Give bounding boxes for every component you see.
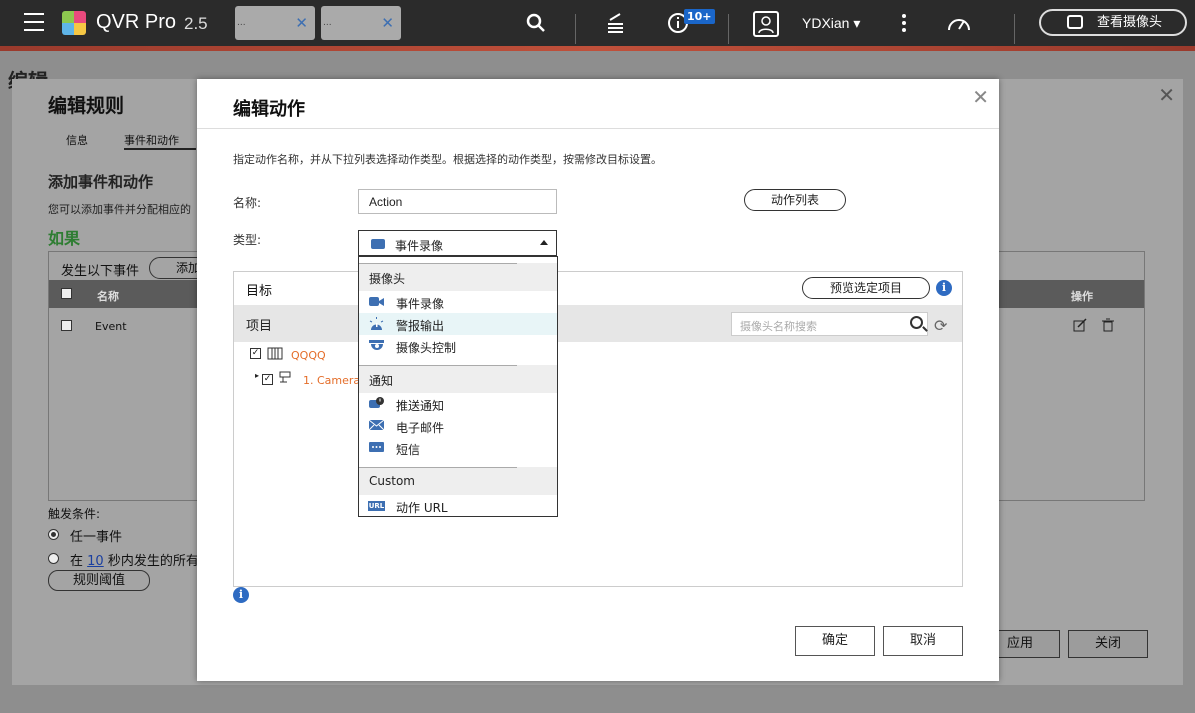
user-avatar-icon[interactable] — [753, 11, 779, 37]
items-header: 项目 摄像头名称搜索 ⟳ — [234, 305, 962, 342]
selected-type: 事件录像 — [395, 239, 444, 253]
option-camera-control[interactable]: 摄像头控制 — [359, 335, 557, 357]
camera-search-input[interactable]: 摄像头名称搜索 — [731, 312, 928, 336]
search-icon[interactable] — [910, 316, 923, 329]
column-name: 名称 — [97, 290, 119, 303]
dome-camera-icon — [369, 340, 384, 350]
seconds-value[interactable]: 10 — [87, 554, 104, 569]
option-email[interactable]: 电子邮件 — [359, 415, 557, 437]
view-cameras-button[interactable]: 查看摄像头 — [1039, 9, 1187, 36]
close-icon[interactable]: ✕ — [972, 85, 989, 109]
ok-button[interactable]: 确定 — [795, 626, 875, 656]
action-list-button[interactable]: 动作列表 — [744, 189, 846, 211]
option-event-recording[interactable]: 事件录像 — [359, 291, 557, 313]
group-camera: 摄像头 — [359, 263, 557, 291]
close-icon[interactable]: ✕ — [1158, 83, 1175, 107]
close-icon[interactable]: ✕ — [381, 14, 394, 32]
within-seconds-radio[interactable] — [48, 553, 59, 564]
separator — [728, 14, 729, 44]
rule-dialog-title: 编辑规则 — [48, 95, 125, 117]
info-icon[interactable]: i — [936, 280, 952, 296]
event-row-checkbox[interactable] — [61, 320, 72, 331]
items-label: 项目 — [246, 319, 273, 334]
name-input[interactable]: Action — [358, 189, 557, 214]
edit-action-dialog: 编辑动作 ✕ 指定动作名称，并从下拉列表选择动作类型。根据选择的动作类型，按需修… — [197, 79, 999, 681]
tab-info[interactable]: 信息 — [66, 132, 88, 148]
select-all-checkbox[interactable] — [61, 288, 72, 299]
delete-icon[interactable] — [1101, 318, 1115, 332]
info-icon[interactable]: i — [233, 587, 249, 603]
option-sms[interactable]: 短信 — [359, 437, 557, 459]
section-description: 您可以添加事件并分配相应的 — [48, 203, 191, 216]
tab-1[interactable]: ... ✕ — [235, 6, 315, 40]
type-label: 类型: — [233, 233, 262, 247]
email-icon — [369, 419, 384, 431]
camera-checkbox[interactable]: ✓ — [262, 374, 273, 385]
dashboard-gauge-icon[interactable] — [946, 12, 972, 34]
within-seconds-label: 在 10 秒内发生的所有事 — [70, 554, 212, 569]
search-icon[interactable] — [526, 13, 546, 33]
notification-badge: 10+ — [684, 9, 715, 24]
separator — [1014, 14, 1015, 44]
app-version: 2.5 — [184, 14, 208, 33]
tab-2[interactable]: ... ✕ — [321, 6, 401, 40]
close-icon[interactable]: ✕ — [295, 14, 308, 32]
dialog-title: 编辑动作 — [233, 99, 305, 120]
dialog-description: 指定动作名称，并从下拉列表选择动作类型。根据选择的动作类型，按需修改目标设置。 — [233, 153, 662, 166]
divider — [197, 128, 999, 129]
qvr-logo-icon — [62, 11, 86, 35]
user-menu[interactable]: YDXian ▾ — [802, 15, 860, 32]
cancel-button[interactable]: 取消 — [883, 626, 963, 656]
hamburger-menu-icon[interactable] — [24, 13, 44, 31]
edit-icon[interactable] — [1073, 318, 1087, 332]
trigger-condition-label: 触发条件: — [48, 507, 101, 521]
task-stack-icon[interactable] — [605, 12, 625, 34]
target-label: 目标 — [246, 284, 273, 299]
separator — [575, 14, 576, 44]
server-name[interactable]: QQQQ — [291, 349, 326, 362]
server-icon — [267, 347, 283, 360]
sms-icon — [369, 442, 384, 452]
option-alarm-output[interactable]: 警报输出 — [359, 313, 557, 335]
view-cameras-label: 查看摄像头 — [1097, 15, 1163, 30]
app-name: QVR Pro — [96, 11, 177, 33]
group-custom: Custom — [359, 467, 557, 495]
server-checkbox[interactable]: ✓ — [250, 348, 261, 359]
action-type-select[interactable]: 事件录像 — [358, 230, 557, 256]
expand-arrow-icon[interactable]: ▸ — [255, 371, 259, 380]
target-panel: 目标 预览选定项目 i 项目 摄像头名称搜索 ⟳ ✓ QQQQ ▸ ✓ 1. C… — [233, 271, 963, 587]
push-notification-icon — [369, 397, 384, 408]
any-event-label: 任一事件 — [70, 530, 123, 545]
events-heading: 发生以下事件 — [61, 264, 140, 279]
rule-threshold-button[interactable]: 规则阈值 — [48, 570, 150, 591]
top-bar: QVR Pro 2.5 ... ✕ ... ✕ 10+ YDXian ▾ 查看摄… — [0, 0, 1195, 46]
preview-selected-button[interactable]: 预览选定项目 — [802, 277, 930, 299]
group-notification: 通知 — [359, 365, 557, 393]
close-button[interactable]: 关闭 — [1068, 630, 1148, 658]
name-label: 名称: — [233, 196, 262, 210]
caret-up-icon — [540, 240, 548, 245]
url-icon: URL — [368, 501, 385, 511]
video-camera-icon — [369, 297, 384, 306]
any-event-radio[interactable] — [48, 529, 59, 540]
search-placeholder: 摄像头名称搜索 — [740, 320, 817, 333]
active-tab-indicator — [124, 148, 196, 150]
action-type-dropdown: 摄像头 事件录像 警报输出 摄像头控制 通知 推送通知 电子邮件 短信 Cust… — [358, 256, 558, 517]
camera-icon — [279, 371, 291, 383]
if-label: 如果 — [48, 229, 81, 248]
refresh-icon[interactable]: ⟳ — [934, 316, 947, 335]
video-camera-icon — [371, 239, 385, 249]
alarm-light-icon — [369, 317, 384, 330]
tab-events-actions[interactable]: 事件和动作 — [124, 132, 179, 148]
camera-icon — [1067, 15, 1083, 29]
more-options-icon[interactable] — [902, 14, 906, 35]
event-row-name: Event — [95, 320, 127, 333]
column-ops: 操作 — [1071, 290, 1093, 303]
tab-label: ... — [323, 18, 332, 28]
tab-label: ... — [237, 18, 246, 28]
option-action-url[interactable]: URL 动作 URL — [359, 495, 557, 517]
section-title: 添加事件和动作 — [48, 173, 154, 191]
option-push-notification[interactable]: 推送通知 — [359, 393, 557, 415]
